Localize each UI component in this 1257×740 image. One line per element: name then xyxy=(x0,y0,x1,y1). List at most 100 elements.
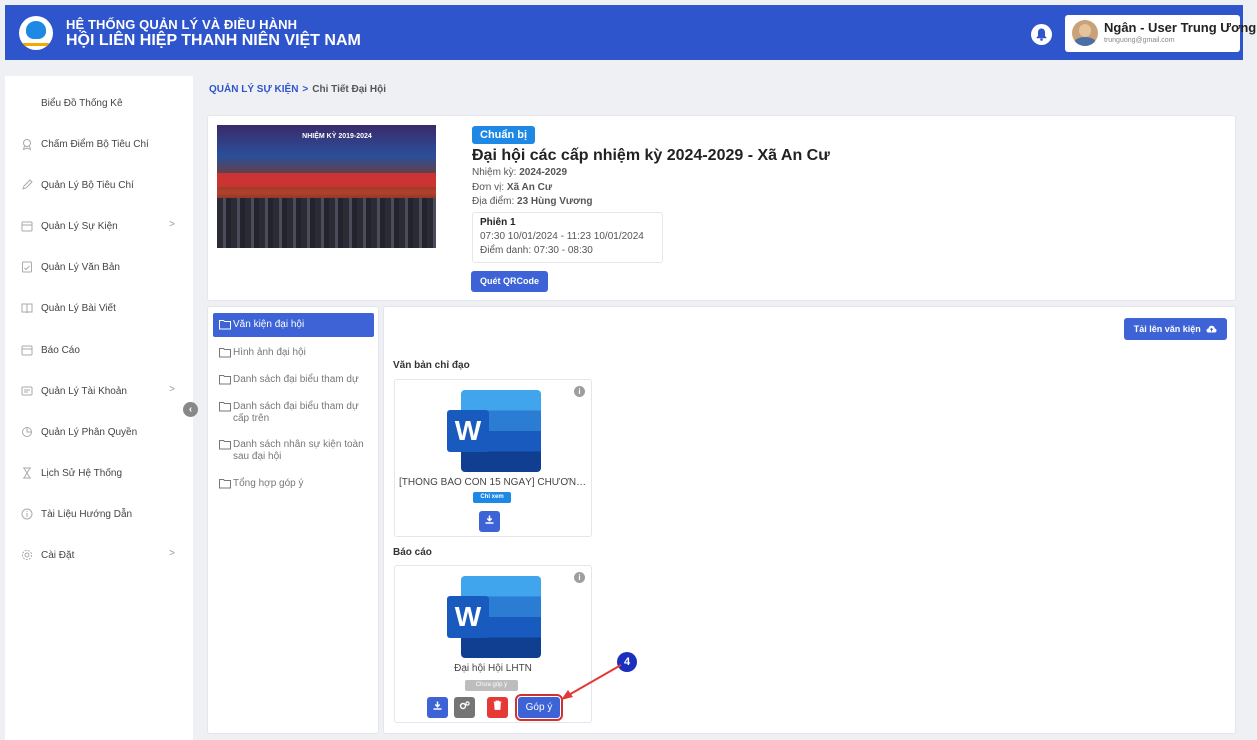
chevron-right-icon: > xyxy=(169,219,175,230)
pencil-icon xyxy=(21,179,33,191)
app-title-line2: HỘI LIÊN HIỆP THANH NIÊN VIỆT NAM xyxy=(66,32,361,49)
document-card: i W [THÔNG BÁO CÒN 15 NGÀY] CHƯƠNG TRÌNH… xyxy=(394,379,592,537)
sidebar-item-label: Quản Lý Bộ Tiêu Chí xyxy=(41,179,134,191)
session-name: Phiên 1 xyxy=(480,217,516,228)
event-term: Nhiệm kỳ: 2024-2029 xyxy=(472,167,568,178)
section-title-report: Báo cáo xyxy=(393,547,432,558)
calendar-icon xyxy=(21,220,33,232)
feedback-button[interactable]: Góp ý xyxy=(515,694,563,721)
tree-item-label: Tổng hợp góp ý xyxy=(233,478,304,489)
sidebar-item-label: Biểu Đồ Thống Kê xyxy=(41,97,123,109)
sidebar-item-label: Báo Cáo xyxy=(41,344,80,356)
event-photo: NHIỆM KỲ 2019-2024 xyxy=(217,125,436,248)
info-icon[interactable]: i xyxy=(574,386,585,397)
report-icon xyxy=(21,344,33,356)
sidebar-item-statistics[interactable]: Biểu Đồ Thống Kê xyxy=(5,88,193,118)
section-title-directive: Văn bản chỉ đạo xyxy=(393,360,470,371)
sidebar-item-accounts[interactable]: Quản Lý Tài Khoản > xyxy=(5,376,193,406)
user-menu[interactable]: Ngân - User Trung Ương trunguong@gmail.c… xyxy=(1065,15,1256,52)
download-button[interactable] xyxy=(427,697,448,718)
sidebar-item-scoring[interactable]: Chấm Điểm Bộ Tiêu Chí xyxy=(5,129,193,159)
document-name: [THÔNG BÁO CÒN 15 NGÀY] CHƯƠNG TRÌNH xyxy=(399,477,591,488)
scan-qrcode-button[interactable]: Quét QRCode xyxy=(471,271,548,292)
sidebar-item-articles[interactable]: Quản Lý Bài Viết xyxy=(5,293,193,323)
folder-icon xyxy=(219,320,231,330)
user-name: Ngân - User Trung Ương xyxy=(1104,20,1257,35)
tree-item-documents[interactable]: Văn kiện đại hội xyxy=(213,313,374,337)
sidebar-item-guides[interactable]: Tài Liệu Hướng Dẫn xyxy=(5,499,193,529)
event-summary-card: NHIỆM KỲ 2019-2024 Chuẩn bị Đại hội các … xyxy=(207,115,1236,301)
settings-icon xyxy=(21,549,33,561)
tree-item-photos[interactable]: Hình ảnh đại hội xyxy=(213,347,374,359)
app-title-line1: HỆ THỐNG QUẢN LÝ VÀ ĐIỀU HÀNH xyxy=(66,17,298,32)
sidebar-item-reports[interactable]: Báo Cáo xyxy=(5,335,193,365)
sidebar-item-label: Quản Lý Tài Khoản xyxy=(41,385,127,397)
event-photo-banner: NHIỆM KỲ 2019-2024 xyxy=(302,133,372,140)
tree-item-label: Hình ảnh đại hội xyxy=(233,347,306,358)
word-file-icon: W xyxy=(447,576,541,658)
event-title: Đại hội các cấp nhiệm kỳ 2024-2029 - Xã … xyxy=(472,147,830,164)
delete-button[interactable] xyxy=(487,697,508,718)
session-time: 07:30 10/01/2024 - 11:23 10/01/2024 xyxy=(480,231,644,242)
tree-item-feedback-summary[interactable]: Tổng hợp góp ý xyxy=(213,478,374,490)
sidebar-item-events[interactable]: Quản Lý Sự Kiện > xyxy=(5,211,193,241)
avatar xyxy=(1072,20,1098,46)
upload-document-button[interactable]: Tải lên văn kiện xyxy=(1124,318,1227,340)
sidebar-item-documents[interactable]: Quản Lý Văn Bản xyxy=(5,252,193,282)
event-location: Địa điểm: 23 Hùng Vương xyxy=(472,196,593,207)
document-category-tree: Văn kiện đại hội Hình ảnh đại hội Danh s… xyxy=(207,306,379,734)
document-icon xyxy=(21,261,33,273)
tree-item-label: Danh sách nhân sự kiện toàn sau đại hội xyxy=(233,439,364,462)
folder-icon xyxy=(219,402,231,412)
breadcrumb-current: Chi Tiết Đại Hội xyxy=(312,84,386,95)
folder-icon xyxy=(219,348,231,358)
folder-icon xyxy=(219,479,231,489)
sidebar-item-label: Cài Đặt xyxy=(41,549,75,561)
word-file-icon: W xyxy=(447,390,541,472)
sidebar-item-criteria[interactable]: Quản Lý Bộ Tiêu Chí xyxy=(5,170,193,200)
tree-item-personnel[interactable]: Danh sách nhân sự kiện toàn sau đại hội xyxy=(213,439,374,463)
user-email: trunguong@gmail.com xyxy=(1104,37,1175,44)
view-only-badge: Chỉ xem xyxy=(473,492,511,503)
sidebar: Biểu Đồ Thống Kê Chấm Điểm Bộ Tiêu Chí Q… xyxy=(5,76,193,740)
event-unit: Đơn vị: Xã An Cư xyxy=(472,182,553,193)
tree-item-upper-delegates[interactable]: Danh sách đại biểu tham dự cấp trên xyxy=(213,401,374,425)
sidebar-item-label: Lịch Sử Hệ Thống xyxy=(41,467,123,479)
book-icon xyxy=(21,302,33,314)
breadcrumb-separator: > xyxy=(302,84,309,95)
session-box: Phiên 1 07:30 10/01/2024 - 11:23 10/01/2… xyxy=(472,212,663,263)
sidebar-item-settings[interactable]: Cài Đặt > xyxy=(5,540,193,570)
upload-button-label: Tải lên văn kiện xyxy=(1133,324,1201,334)
document-panel: Tải lên văn kiện Văn bản chỉ đạo i W [TH… xyxy=(383,306,1236,734)
chart-icon xyxy=(21,97,33,109)
pie-icon xyxy=(21,426,33,438)
download-icon xyxy=(485,515,494,524)
chevron-right-icon: > xyxy=(169,548,175,559)
annotation-arrow-icon xyxy=(561,664,622,700)
sidebar-item-label: Quản Lý Phân Quyền xyxy=(41,426,138,438)
breadcrumb: QUẢN LÝ SỰ KIỆN > Chi Tiết Đại Hội xyxy=(209,84,386,95)
sidebar-item-history[interactable]: Lịch Sử Hệ Thống xyxy=(5,458,193,488)
hourglass-icon xyxy=(21,467,33,479)
download-button[interactable] xyxy=(479,511,500,532)
bell-icon[interactable] xyxy=(1031,24,1052,45)
sidebar-item-label: Quản Lý Bài Viết xyxy=(41,302,116,314)
folder-icon xyxy=(219,440,231,450)
collapse-sidebar-button[interactable]: ‹ xyxy=(183,402,198,417)
tree-item-label: Danh sách đại biểu tham dự cấp trên xyxy=(233,401,359,424)
folder-icon xyxy=(219,375,231,385)
info-icon[interactable]: i xyxy=(574,572,585,583)
sidebar-item-label: Chấm Điểm Bộ Tiêu Chí xyxy=(41,138,149,150)
sidebar-item-permissions[interactable]: Quản Lý Phân Quyền xyxy=(5,417,193,447)
settings-button[interactable] xyxy=(454,697,475,718)
download-icon xyxy=(433,701,442,710)
award-icon xyxy=(21,138,33,150)
breadcrumb-parent[interactable]: QUẢN LÝ SỰ KIỆN xyxy=(209,84,298,95)
sidebar-item-label: Tài Liệu Hướng Dẫn xyxy=(41,508,133,520)
tree-item-delegates[interactable]: Danh sách đại biểu tham dự xyxy=(213,374,374,386)
info-icon xyxy=(21,508,33,520)
youth-union-logo[interactable] xyxy=(19,16,53,50)
chevron-right-icon: > xyxy=(169,384,175,395)
sidebar-item-label: Quản Lý Văn Bản xyxy=(41,261,120,273)
sidebar-item-label: Quản Lý Sự Kiện xyxy=(41,220,118,232)
